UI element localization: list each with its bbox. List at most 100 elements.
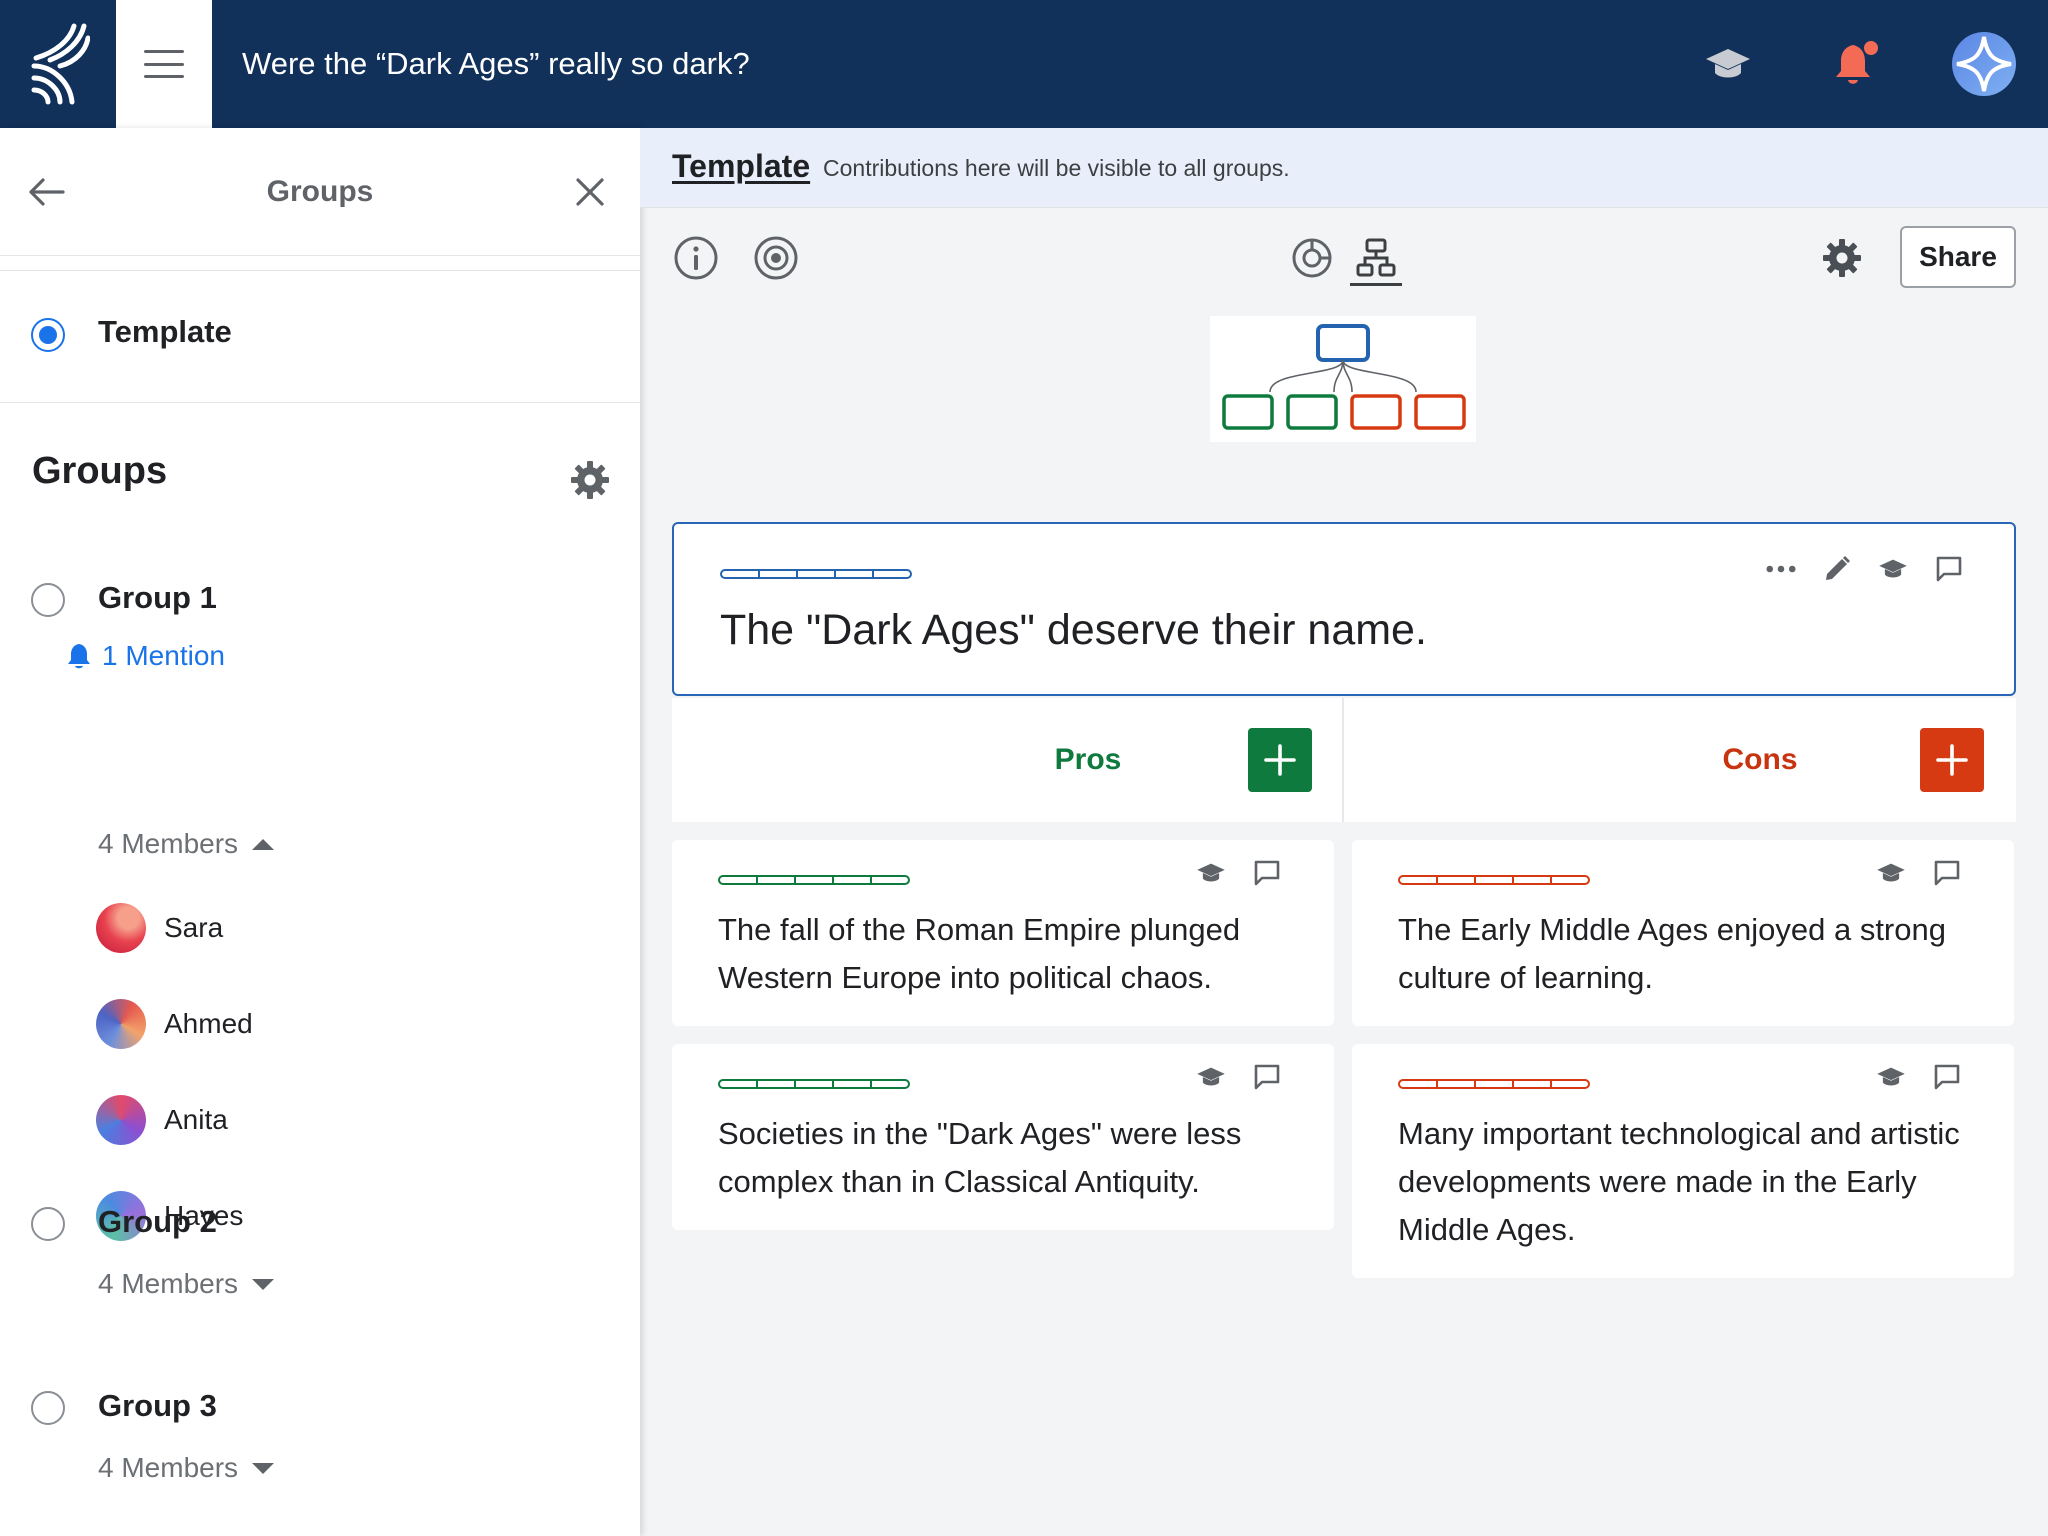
perspective-button[interactable] <box>1876 858 1906 888</box>
tree-view-button[interactable] <box>1350 232 1402 286</box>
add-con-button[interactable] <box>1920 728 1984 792</box>
members-count: 4 Members <box>98 1452 239 1483</box>
view-button[interactable] <box>750 232 802 284</box>
claim-text: The fall of the Roman Empire plunged Wes… <box>718 912 1241 995</box>
pencil-icon <box>1826 556 1850 580</box>
graduation-cap-icon <box>1197 1067 1225 1086</box>
member-name: Sara <box>164 912 224 943</box>
back-button[interactable] <box>22 168 70 216</box>
claim-actions <box>1196 858 1282 888</box>
more-options-button[interactable] <box>1766 554 1796 584</box>
close-sidebar-button[interactable] <box>566 168 614 216</box>
settings-button[interactable] <box>1816 232 1868 284</box>
info-icon <box>674 236 718 280</box>
sunburst-view-button[interactable] <box>1286 232 1338 284</box>
pro-claim-card[interactable]: Societies in the "Dark Ages" were less c… <box>672 1044 1334 1230</box>
cons-column-header: Cons <box>1344 698 2016 822</box>
member-item[interactable]: Sara <box>96 902 223 954</box>
avatar <box>96 903 146 953</box>
member-name: Anita <box>164 1104 228 1135</box>
claim-impact-bar <box>1398 875 1590 885</box>
perspective-button[interactable] <box>1876 1062 1906 1092</box>
edit-button[interactable] <box>1822 554 1852 584</box>
avatar <box>1952 32 2016 96</box>
group-1-name[interactable]: Group 1 <box>98 580 217 616</box>
claim-impact-bar <box>720 569 912 579</box>
add-pro-button[interactable] <box>1248 728 1312 792</box>
menu-button[interactable] <box>116 0 212 128</box>
con-claim-card[interactable]: Many important technological and artisti… <box>1352 1044 2014 1278</box>
member-item[interactable]: Anita <box>96 1094 228 1146</box>
thesis-actions <box>1766 554 1964 584</box>
notifications-button[interactable] <box>1824 0 1888 128</box>
comment-icon <box>1936 556 1962 582</box>
divider <box>0 402 640 403</box>
perspective-button[interactable] <box>1196 858 1226 888</box>
pros-label: Pros <box>1054 743 1122 776</box>
comment-button[interactable] <box>1932 858 1962 888</box>
group-1-members-toggle[interactable]: 4 Members <box>98 828 275 860</box>
perspectives-button[interactable] <box>1696 0 1760 128</box>
comment-button[interactable] <box>1252 858 1282 888</box>
comment-button[interactable] <box>1932 1062 1962 1092</box>
caret-down-icon <box>252 1462 275 1474</box>
graduation-cap-icon <box>1877 863 1905 882</box>
minimap-tree-icon <box>1222 324 1466 430</box>
claim-text: The Early Middle Ages enjoyed a strong c… <box>1398 912 1946 995</box>
comment-icon <box>1934 860 1960 886</box>
plus-icon <box>1936 744 1968 776</box>
sidebar-header: Groups <box>0 128 640 256</box>
claim-text: Societies in the "Dark Ages" were less c… <box>718 1116 1242 1199</box>
graduation-cap-icon <box>1197 863 1225 882</box>
con-claim-card[interactable]: The Early Middle Ages enjoyed a strong c… <box>1352 840 2014 1026</box>
discussion-minimap[interactable] <box>1210 316 1476 442</box>
bell-icon <box>68 644 90 669</box>
graduation-cap-icon <box>1877 1067 1905 1086</box>
group-3-members-toggle[interactable]: 4 Members <box>98 1452 275 1484</box>
top-bar: Were the “Dark Ages” really so dark? <box>0 0 2048 128</box>
gear-icon <box>1823 239 1861 277</box>
groups-heading: Groups <box>32 450 168 492</box>
thesis-card[interactable]: The "Dark Ages" deserve their name. <box>672 522 2016 696</box>
group-2-name[interactable]: Group 2 <box>98 1204 217 1240</box>
claim-impact-bar <box>718 875 910 885</box>
plus-icon <box>1264 744 1296 776</box>
mention-label: 1 Mention <box>102 640 225 671</box>
claim-actions <box>1876 1062 1962 1092</box>
group-3-radio[interactable] <box>31 1391 65 1425</box>
arrow-left-icon <box>29 178 65 206</box>
pro-claim-card[interactable]: The fall of the Roman Empire plunged Wes… <box>672 840 1334 1026</box>
caret-up-icon <box>252 838 275 850</box>
template-note: Contributions here will be visible to al… <box>823 155 1290 181</box>
group-3-name[interactable]: Group 3 <box>98 1388 217 1424</box>
group-2-radio[interactable] <box>31 1207 65 1241</box>
claim-actions <box>1196 1062 1282 1092</box>
template-link[interactable]: Template <box>672 148 810 185</box>
template-radio[interactable] <box>31 318 65 352</box>
app-logo[interactable] <box>0 0 116 128</box>
cons-label: Cons <box>1722 743 1798 776</box>
claim-impact-bar <box>1398 1079 1590 1089</box>
template-label[interactable]: Template <box>98 314 232 350</box>
sunburst-chart-icon <box>1292 238 1332 278</box>
claim-text: Many important technological and artisti… <box>1398 1116 1960 1247</box>
more-dots-icon <box>1766 565 1796 573</box>
share-button[interactable]: Share <box>1900 226 2016 288</box>
user-avatar-button[interactable] <box>1950 0 2018 128</box>
groups-settings-button[interactable] <box>568 458 612 502</box>
comment-button[interactable] <box>1934 554 1964 584</box>
group-2-members-toggle[interactable]: 4 Members <box>98 1268 275 1300</box>
comment-button[interactable] <box>1252 1062 1282 1092</box>
group-1-mention[interactable]: 1 Mention <box>66 640 225 672</box>
member-item[interactable]: Ahmed <box>96 998 253 1050</box>
info-button[interactable] <box>670 232 722 284</box>
column-divider <box>1342 698 1344 822</box>
perspective-button[interactable] <box>1196 1062 1226 1092</box>
comment-icon <box>1934 1064 1960 1090</box>
members-count: 4 Members <box>98 1268 239 1299</box>
claim-actions <box>1876 858 1962 888</box>
pros-column-header: Pros <box>672 698 1342 822</box>
perspective-button[interactable] <box>1878 554 1908 584</box>
hamburger-icon <box>144 50 184 78</box>
group-1-radio[interactable] <box>31 583 65 617</box>
